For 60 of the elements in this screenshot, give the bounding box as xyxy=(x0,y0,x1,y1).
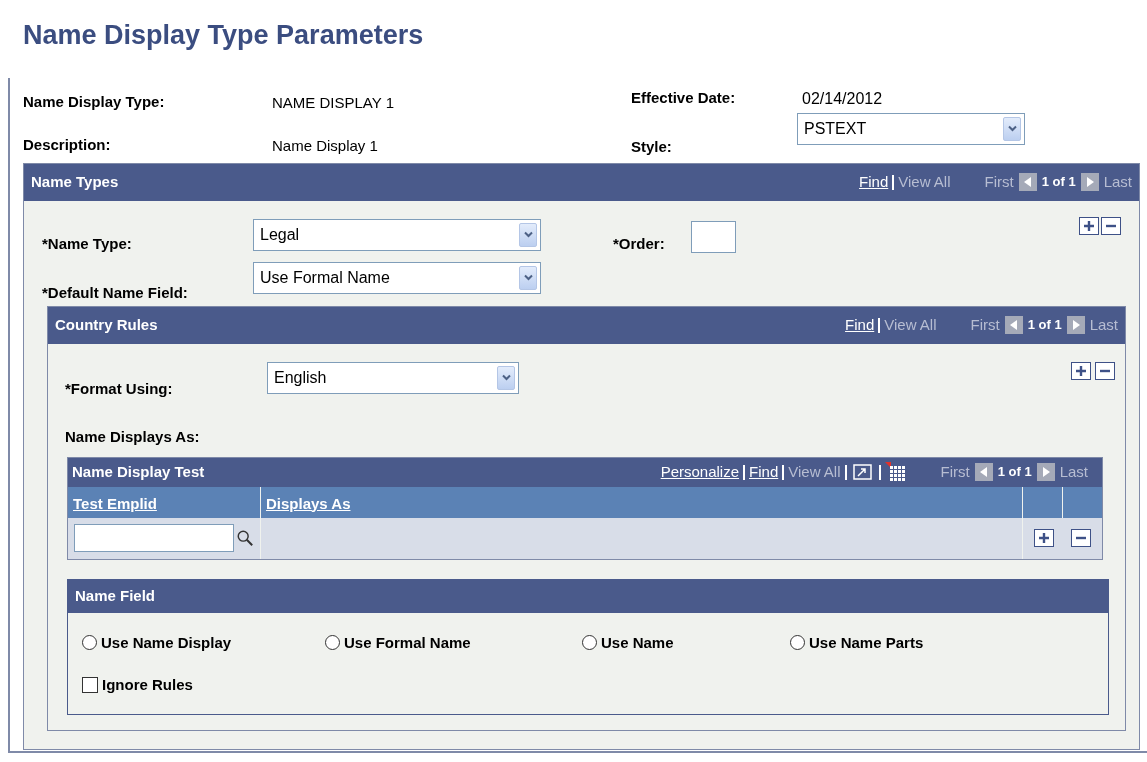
radio-button[interactable] xyxy=(582,635,597,651)
emplid-field[interactable] xyxy=(74,524,234,552)
page-count: 1 of 1 xyxy=(1041,173,1076,192)
nav-link[interactable]: Personalize xyxy=(660,460,740,484)
radio-button[interactable] xyxy=(790,635,805,651)
column-header[interactable]: Test Emplid xyxy=(68,486,261,518)
add-row-button[interactable] xyxy=(1034,529,1054,547)
field-value: 02/14/2012 xyxy=(802,88,884,109)
last-label: Last xyxy=(1089,314,1118,335)
field-label: *Name Type: xyxy=(42,233,133,254)
order-field[interactable] xyxy=(690,220,736,253)
radio-button[interactable] xyxy=(325,635,340,651)
delete-row-button[interactable] xyxy=(1101,216,1121,235)
search-icon[interactable] xyxy=(236,528,254,548)
field-label: *Default Name Field: xyxy=(42,283,189,303)
add-row-button[interactable] xyxy=(1079,216,1099,235)
radio-label[interactable]: Use Name Parts xyxy=(809,631,924,654)
field-value: NAME DISPLAY 1 xyxy=(272,92,395,113)
column-header[interactable]: Displays As xyxy=(261,486,1023,518)
plus-icon xyxy=(1038,532,1050,544)
page-title: Name Display Type Parameters xyxy=(23,19,425,52)
section-label: Name Displays As: xyxy=(65,427,200,447)
panel-title: Name Field xyxy=(75,585,156,606)
field-label: Description: xyxy=(23,135,112,155)
grid-title: Name Display Test xyxy=(72,461,205,482)
delete-row-button[interactable] xyxy=(1071,529,1091,547)
field-label: *Format Using: xyxy=(65,378,174,399)
delete-row-button[interactable] xyxy=(1095,361,1115,380)
first-label: First xyxy=(970,314,1000,335)
radio-button[interactable] xyxy=(82,635,97,651)
panel-title: Name Types xyxy=(31,171,119,192)
name-type-dropdown[interactable]: Legal xyxy=(253,218,541,251)
first-label: First xyxy=(940,461,970,482)
grid-download-icon[interactable] xyxy=(884,462,907,482)
nav-link[interactable]: Find xyxy=(749,460,779,484)
nav-link[interactable]: Find xyxy=(845,313,875,337)
plus-icon xyxy=(1083,219,1095,232)
zoom-window-icon[interactable] xyxy=(852,463,873,481)
style-dropdown[interactable]: PSTEXT xyxy=(797,112,1025,145)
page-count: 1 of 1 xyxy=(997,463,1032,482)
add-row-button[interactable] xyxy=(1071,361,1091,380)
panel-title: Country Rules xyxy=(55,314,158,335)
radio-label[interactable]: Use Formal Name xyxy=(344,631,471,654)
field-label: Style: xyxy=(631,137,673,157)
page-count: 1 of 1 xyxy=(1027,316,1062,335)
field-label: *Order: xyxy=(613,233,665,254)
checkbox[interactable] xyxy=(82,677,98,694)
radio-label[interactable]: Use Name Display xyxy=(101,631,232,654)
format-using-dropdown[interactable]: English xyxy=(267,361,519,394)
last-label: Last xyxy=(1059,461,1088,482)
first-label: First xyxy=(984,171,1014,192)
last-label: Last xyxy=(1103,171,1132,192)
radio-label[interactable]: Use Name xyxy=(601,631,674,654)
nav-link[interactable]: Find xyxy=(859,170,889,194)
checkbox-label[interactable]: Ignore Rules xyxy=(102,674,193,697)
field-value: Name Display 1 xyxy=(272,136,379,156)
plus-icon xyxy=(1075,364,1087,377)
field-label: Name Display Type: xyxy=(23,91,166,112)
field-label: Effective Date: xyxy=(631,87,737,108)
default-name-field-dropdown[interactable]: Use Formal Name xyxy=(253,261,541,294)
